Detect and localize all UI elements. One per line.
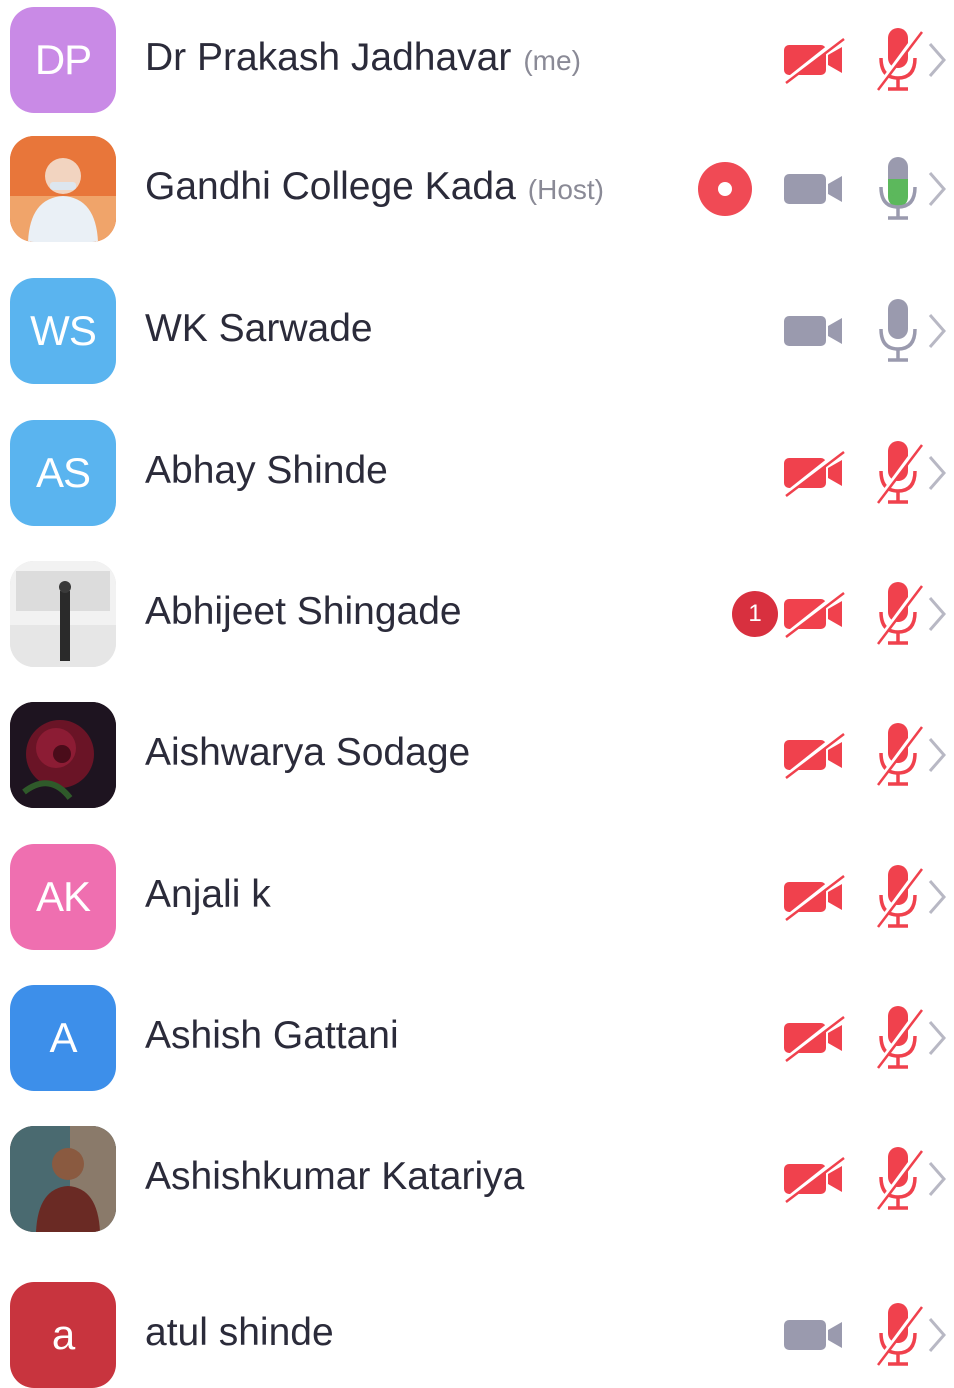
avatar-initials: AS xyxy=(35,448,91,496)
person-photo-icon xyxy=(10,560,116,667)
participant-name-group: WK Sarwade xyxy=(145,307,373,351)
record-icon xyxy=(698,162,752,216)
video-off-icon[interactable] xyxy=(782,730,846,780)
participant-name-group: atul shinde xyxy=(145,1311,334,1355)
chevron-right-icon[interactable] xyxy=(926,311,948,351)
video-off-icon[interactable] xyxy=(782,447,846,498)
avatar: DP xyxy=(10,7,116,113)
chevron-right-icon[interactable] xyxy=(926,1159,948,1199)
participant-controls xyxy=(698,149,954,229)
participant-name-group: Ashish Gattani xyxy=(145,1014,399,1058)
video-off-icon[interactable] xyxy=(782,1154,846,1204)
chevron-right-icon[interactable] xyxy=(926,735,948,775)
participant-name: Gandhi College Kada xyxy=(145,165,516,208)
chevron-right-icon[interactable] xyxy=(926,1315,948,1355)
chevron-right-icon[interactable] xyxy=(926,453,948,493)
microphone-icon[interactable] xyxy=(870,153,926,225)
chevron-right-icon[interactable] xyxy=(926,877,948,917)
participant-name-group: Anjali k xyxy=(145,873,271,917)
participant-name: Abhijeet Shingade xyxy=(145,589,462,633)
avatar-initials: AK xyxy=(35,872,91,920)
participant-name: Dr Prakash Jadhavar xyxy=(145,36,512,79)
person-photo-icon xyxy=(10,1126,116,1232)
microphone-icon[interactable] xyxy=(870,295,926,367)
mic-muted-icon[interactable] xyxy=(870,24,926,96)
mic-muted-icon[interactable] xyxy=(870,861,926,933)
unread-count-badge: 1 xyxy=(732,590,778,637)
avatar: AK xyxy=(10,843,116,950)
participant-row[interactable]: DP Dr Prakash Jadhavar (me) xyxy=(0,0,954,118)
chevron-right-icon[interactable] xyxy=(926,40,948,80)
participant-name-group: Dr Prakash Jadhavar (me) xyxy=(145,36,581,80)
participant-controls xyxy=(782,433,954,513)
avatar: AS xyxy=(10,419,116,526)
participant-row[interactable]: Abhijeet Shingade 1 xyxy=(0,543,954,684)
participant-row[interactable]: Ashishkumar Katariya xyxy=(0,1108,954,1250)
participant-row[interactable]: AS Abhay Shinde xyxy=(0,402,954,543)
mic-muted-icon[interactable] xyxy=(870,1299,926,1371)
participant-name: Ashish Gattani xyxy=(145,1013,399,1057)
avatar xyxy=(10,136,116,242)
participant-role-tag: (Host) xyxy=(527,174,605,205)
participant-controls: 1 xyxy=(732,574,954,654)
participant-controls xyxy=(782,1295,954,1375)
video-camera-icon[interactable] xyxy=(782,164,846,214)
participants-list: DP Dr Prakash Jadhavar (me) Gandhi College … xyxy=(0,0,954,1388)
participant-name-group: Ashishkumar Katariya xyxy=(145,1155,524,1199)
participant-controls xyxy=(782,998,954,1078)
mic-muted-icon[interactable] xyxy=(870,437,926,509)
participant-controls xyxy=(782,857,954,937)
video-camera-icon[interactable] xyxy=(782,1310,846,1360)
participant-controls xyxy=(782,291,954,371)
mic-muted-icon[interactable] xyxy=(870,719,926,791)
participant-name-group: Abhay Shinde xyxy=(145,449,388,493)
participant-row[interactable]: Aishwarya Sodage xyxy=(0,684,954,826)
chevron-right-icon[interactable] xyxy=(926,169,948,209)
participant-name: WK Sarwade xyxy=(145,307,373,350)
participant-row[interactable]: a atul shinde xyxy=(0,1250,954,1388)
mic-muted-icon[interactable] xyxy=(870,1002,926,1074)
participant-controls xyxy=(782,20,954,100)
participant-name: Ashishkumar Katariya xyxy=(145,1155,525,1198)
participant-row[interactable]: WS WK Sarwade xyxy=(0,260,954,402)
avatar xyxy=(10,560,116,667)
mic-muted-icon[interactable] xyxy=(870,1143,926,1215)
video-off-icon[interactable] xyxy=(782,1012,846,1063)
avatar-initials: a xyxy=(51,1311,75,1358)
participant-row[interactable]: A Ashish Gattani xyxy=(0,967,954,1108)
avatar xyxy=(10,1126,116,1232)
avatar: A xyxy=(10,984,116,1091)
participant-name-group: Gandhi College Kada (Host) xyxy=(145,165,604,209)
avatar-initials: WS xyxy=(30,307,97,354)
person-photo-icon xyxy=(10,136,116,242)
chevron-right-icon[interactable] xyxy=(926,594,948,634)
participant-name: Anjali k xyxy=(145,872,271,916)
participant-name-group: Abhijeet Shingade xyxy=(145,590,462,634)
participant-name: Abhay Shinde xyxy=(145,448,388,492)
participant-controls xyxy=(782,715,954,795)
participant-controls xyxy=(782,1139,954,1219)
video-off-icon[interactable] xyxy=(782,871,846,922)
video-off-icon[interactable] xyxy=(782,588,846,639)
participant-name: Aishwarya Sodage xyxy=(145,731,471,774)
video-off-icon[interactable] xyxy=(782,35,846,85)
mic-muted-icon[interactable] xyxy=(870,578,926,650)
participant-name: atul shinde xyxy=(145,1311,334,1354)
participant-row[interactable]: Gandhi College Kada (Host) xyxy=(0,118,954,260)
video-camera-icon[interactable] xyxy=(782,306,846,356)
avatar-initials: DP xyxy=(34,36,92,83)
avatar-initials: A xyxy=(49,1013,77,1061)
participant-name-group: Aishwarya Sodage xyxy=(145,731,470,775)
avatar: WS xyxy=(10,278,116,384)
participant-row[interactable]: AK Anjali k xyxy=(0,826,954,967)
rose-photo-icon xyxy=(10,702,116,808)
avatar xyxy=(10,702,116,808)
chevron-right-icon[interactable] xyxy=(926,1018,948,1058)
avatar: a xyxy=(10,1282,116,1388)
participant-role-tag: (me) xyxy=(523,45,581,76)
